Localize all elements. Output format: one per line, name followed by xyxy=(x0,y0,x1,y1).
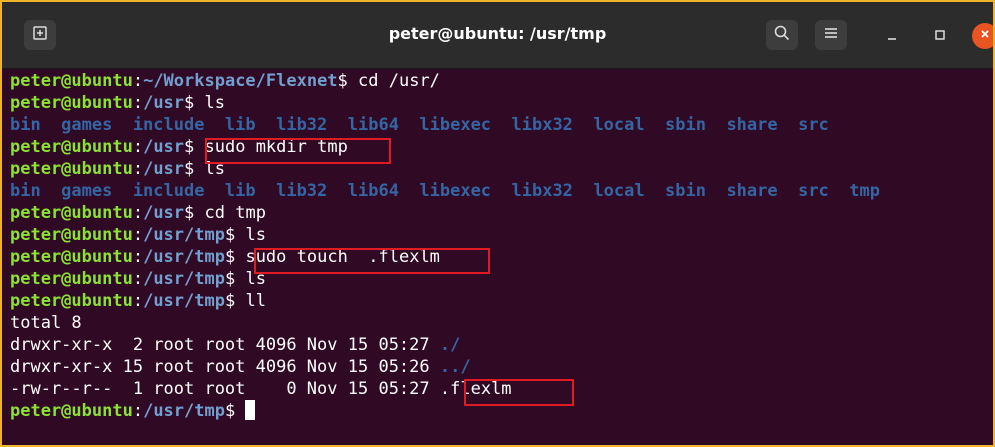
search-icon xyxy=(773,24,791,47)
directory-listing: bin games include lib lib32 lib64 libexe… xyxy=(10,115,829,135)
hamburger-menu-icon xyxy=(823,26,839,45)
command-text: cd /usr/ xyxy=(358,71,440,91)
close-icon xyxy=(979,27,991,45)
close-button[interactable] xyxy=(972,23,993,49)
highlight-box-mkdir xyxy=(205,138,391,164)
output-line: total 8 xyxy=(10,313,82,333)
prompt-line: peter@ubuntu:/usr$ ls xyxy=(10,159,225,179)
maximize-button[interactable] xyxy=(930,28,950,46)
highlight-box-touch xyxy=(254,248,490,274)
title-bar: peter@ubuntu: /usr/tmp xyxy=(2,2,993,69)
prompt-line: peter@ubuntu:/usr/tmp$ ls xyxy=(10,225,266,245)
prompt-line: peter@ubuntu:/usr/tmp$ ls xyxy=(10,269,266,289)
prompt-line: peter@ubuntu:/usr$ ls xyxy=(10,93,225,113)
text-cursor xyxy=(245,400,256,420)
file-name: ../ xyxy=(439,357,471,377)
prompt-line: peter@ubuntu:/usr/tmp$ ll xyxy=(10,291,266,311)
prompt-line: peter@ubuntu:/usr$ cd tmp xyxy=(10,203,266,223)
prompt-line: peter@ubuntu:/usr$ sudo mkdir tmp xyxy=(10,137,348,157)
terminal-window: peter@ubuntu: /usr/tmp peter@ubuntu:~/Wo… xyxy=(0,0,995,447)
highlight-box-flexlm xyxy=(464,379,574,406)
prompt-line: peter@ubuntu:/usr/tmp$ sudo touch .flexl… xyxy=(10,247,440,267)
menu-button[interactable] xyxy=(815,20,847,50)
command-text: cd tmp xyxy=(204,203,266,223)
file-name: ./ xyxy=(439,335,461,355)
command-text: ls xyxy=(204,93,225,113)
maximize-icon xyxy=(934,28,946,46)
directory-listing: bin games include lib lib32 lib64 libexe… xyxy=(10,181,880,201)
prompt-line: peter@ubuntu:~/Workspace/Flexnet$ cd /us… xyxy=(10,71,440,91)
command-text: ll xyxy=(245,291,266,311)
file-listing-row: drwxr-xr-x 2 root root 4096 Nov 15 05:27… xyxy=(10,335,461,355)
search-button[interactable] xyxy=(766,20,798,50)
minimize-icon xyxy=(886,28,898,46)
file-listing-row: drwxr-xr-x 15 root root 4096 Nov 15 05:2… xyxy=(10,357,471,377)
command-text: ls xyxy=(245,225,266,245)
minimize-button[interactable] xyxy=(882,28,902,46)
